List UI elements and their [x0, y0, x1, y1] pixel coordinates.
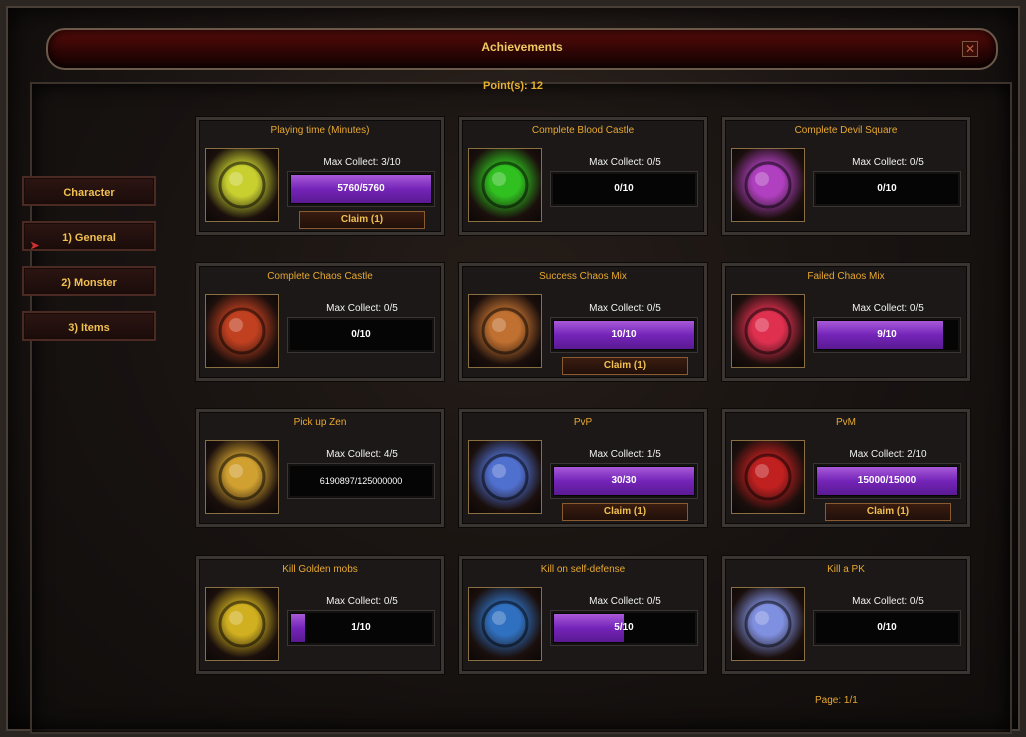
- claim-button[interactable]: Claim (1): [825, 503, 951, 521]
- devil-face-icon: [731, 148, 805, 222]
- achievement-title: Playing time (Minutes): [270, 125, 370, 136]
- progress-bar: 30/30: [550, 463, 698, 499]
- broken-heart-icon: [731, 294, 805, 368]
- achievement-card: PvP Max Collect: 1/5 30/30 Claim (1): [459, 409, 707, 527]
- max-collect-label: Max Collect: 0/5: [326, 596, 398, 607]
- progress-text: 0/10: [351, 329, 371, 340]
- achievement-card: Kill Golden mobs Max Collect: 0/5 1/10: [196, 556, 444, 674]
- achievement-card: Playing time (Minutes) Max Collect: 3/10 5…: [196, 117, 444, 235]
- progress-bar: 0/10: [813, 171, 961, 207]
- achievement-title: Kill on self-defense: [540, 564, 626, 575]
- monster-head-icon: [731, 440, 805, 514]
- max-collect-label: Max Collect: 0/5: [852, 303, 924, 314]
- max-collect-label: Max Collect: 0/5: [852, 596, 924, 607]
- claim-button[interactable]: Claim (1): [562, 357, 688, 375]
- progress-bar: 5760/5760: [287, 171, 435, 207]
- sidebar-item-items[interactable]: 3) Items: [22, 311, 156, 341]
- progress-bar: 0/10: [550, 171, 698, 207]
- max-collect-label: Max Collect: 2/10: [849, 449, 927, 460]
- page-indicator: Page: 1/1: [815, 695, 858, 706]
- progress-text: 1/10: [351, 622, 371, 633]
- sidebar-item-general[interactable]: ➤ 1) General: [22, 221, 156, 252]
- ghost-skull-icon: [731, 587, 805, 661]
- achievement-title: Success Chaos Mix: [539, 271, 627, 282]
- max-collect-label: Max Collect: 0/5: [589, 596, 661, 607]
- achievement-title: Kill Golden mobs: [282, 564, 358, 575]
- title-bar: Achievements ✕: [46, 28, 998, 70]
- biohazard-icon: [468, 148, 542, 222]
- golden-egg-icon: [205, 148, 279, 222]
- max-collect-label: Max Collect: 0/5: [589, 157, 661, 168]
- max-collect-label: Max Collect: 1/5: [589, 449, 661, 460]
- points-label: Point(s): 12: [483, 80, 543, 92]
- achievement-title: Pick up Zen: [293, 417, 347, 428]
- achievement-card: PvM Max Collect: 2/10 15000/15000 Claim (1): [722, 409, 970, 527]
- progress-text: 15000/15000: [857, 475, 917, 486]
- achievement-title: Kill a PK: [827, 564, 865, 575]
- sidebar-item-label: 2) Monster: [61, 277, 117, 289]
- achievement-title: PvP: [573, 417, 593, 428]
- achievement-card: Complete Chaos Castle Max Collect: 0/5 0/1…: [196, 263, 444, 381]
- progress-bar: 5/10: [550, 610, 698, 646]
- progress-text: 5/10: [614, 622, 634, 633]
- max-collect-label: Max Collect: 3/10: [323, 157, 401, 168]
- progress-bar: 0/10: [287, 317, 435, 353]
- progress-text: 0/10: [614, 183, 634, 194]
- progress-text: 5760/5760: [337, 183, 385, 194]
- max-collect-label: Max Collect: 0/5: [589, 303, 661, 314]
- horned-skull-icon: [205, 294, 279, 368]
- achievement-title: Failed Chaos Mix: [807, 271, 885, 282]
- sidebar-item-monster[interactable]: 2) Monster: [22, 266, 156, 296]
- progress-text: 6190897/125000000: [319, 476, 403, 486]
- crossed-swords-icon: [468, 440, 542, 514]
- progress-bar: 10/10: [550, 317, 698, 353]
- claim-button[interactable]: Claim (1): [562, 503, 688, 521]
- achievement-title: Complete Chaos Castle: [267, 271, 373, 282]
- achievement-card: Failed Chaos Mix Max Collect: 0/5 9/10: [722, 263, 970, 381]
- horn-icon: [205, 440, 279, 514]
- sidebar-item-label: 1) General: [62, 232, 116, 244]
- claim-button[interactable]: Claim (1): [299, 211, 425, 229]
- progress-text: 0/10: [877, 183, 897, 194]
- achievement-title: Complete Devil Square: [794, 125, 898, 136]
- achievement-card: Kill on self-defense Max Collect: 0/5 5/10: [459, 556, 707, 674]
- max-collect-label: Max Collect: 0/5: [852, 157, 924, 168]
- progress-text: 9/10: [877, 329, 897, 340]
- progress-text: 10/10: [611, 329, 637, 340]
- achievement-card: Pick up Zen Max Collect: 4/5 6190897/12500…: [196, 409, 444, 527]
- sidebar-item-label: Character: [63, 187, 115, 199]
- sidebar-item-character[interactable]: Character: [22, 176, 156, 206]
- selected-arrow-icon: ➤: [30, 240, 40, 252]
- achievement-card: Kill a PK Max Collect: 0/5 0/10: [722, 556, 970, 674]
- grinning-mask-icon: [468, 294, 542, 368]
- max-collect-label: Max Collect: 0/5: [326, 303, 398, 314]
- achievement-card: Complete Blood Castle Max Collect: 0/5 0/1…: [459, 117, 707, 235]
- close-icon[interactable]: ✕: [962, 41, 978, 57]
- progress-text: 30/30: [611, 475, 637, 486]
- golden-serpent-icon: [205, 587, 279, 661]
- max-collect-label: Max Collect: 4/5: [326, 449, 398, 460]
- achievement-card: Success Chaos Mix Max Collect: 0/5 10/10 Cl…: [459, 263, 707, 381]
- progress-text: 0/10: [877, 622, 897, 633]
- achievement-title: PvM: [836, 417, 856, 428]
- progress-bar: 0/10: [813, 610, 961, 646]
- progress-bar: 6190897/125000000: [287, 463, 435, 499]
- sidebar-item-label: 3) Items: [68, 322, 110, 334]
- progress-bar: 9/10: [813, 317, 961, 353]
- window-title: Achievements: [481, 40, 563, 54]
- progress-bar: 15000/15000: [813, 463, 961, 499]
- achievement-card: Complete Devil Square Max Collect: 0/5 0/1…: [722, 117, 970, 235]
- progress-bar: 1/10: [287, 610, 435, 646]
- achievement-title: Complete Blood Castle: [531, 125, 635, 136]
- shield-icon: [468, 587, 542, 661]
